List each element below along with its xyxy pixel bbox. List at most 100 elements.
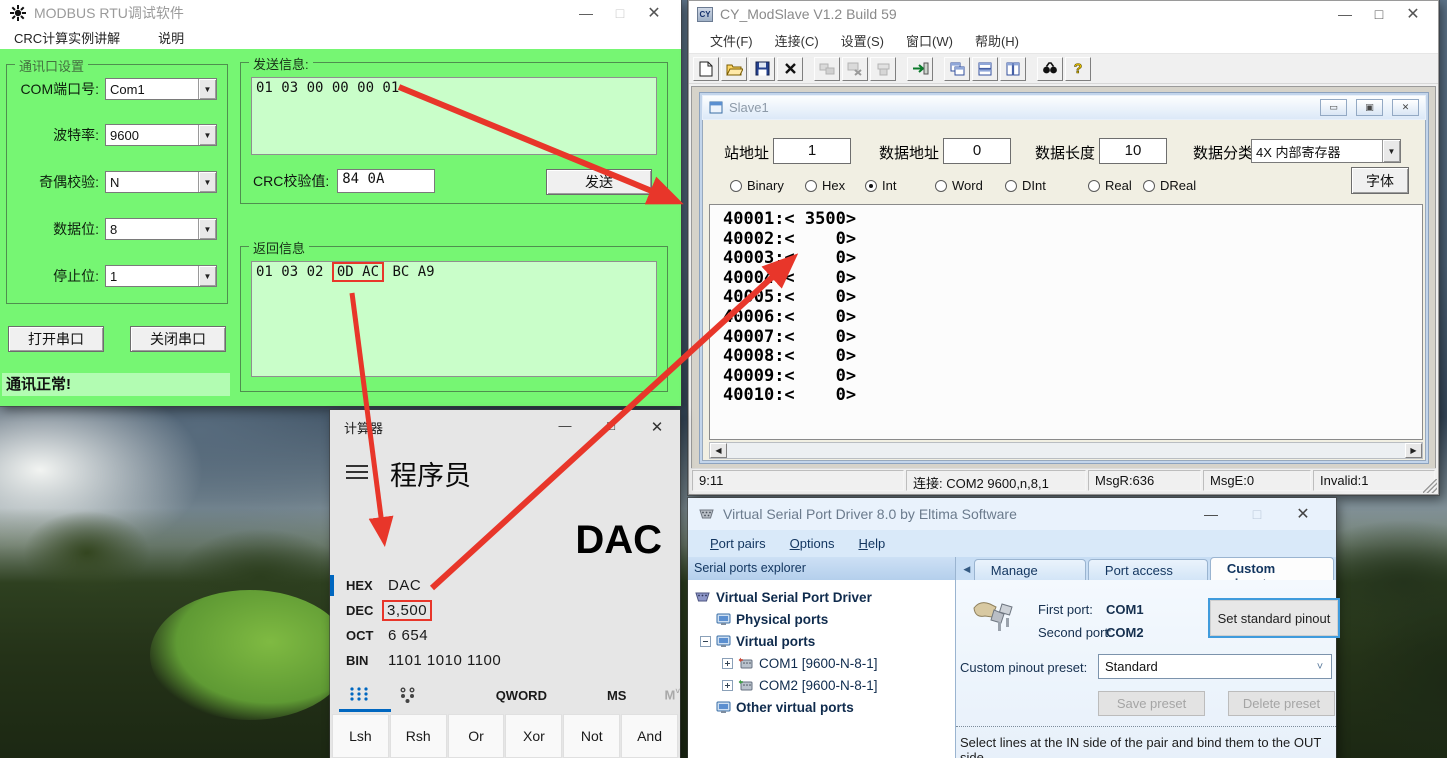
field-combobox[interactable]: 9600 ▼ [105,124,217,146]
radio-circle-icon[interactable] [1088,180,1100,192]
minimize-button[interactable]: — [542,418,588,436]
tree-item-virtual-ports[interactable]: Virtual ports [694,630,955,652]
maximize-button[interactable]: □ [1362,6,1396,22]
bit-toggle-keypad[interactable] [387,678,430,712]
calculator-key[interactable]: Not [563,714,620,758]
register-row[interactable]: 40009:<0> [723,367,1422,387]
close-serial-button[interactable]: 关闭串口 [130,326,226,352]
tab-custom-pinout[interactable]: Custom pinout [1210,557,1334,580]
preset-combobox[interactable]: Standard ˅ [1098,654,1332,679]
save-button[interactable] [749,57,775,81]
register-row[interactable]: 40002:<0> [723,230,1422,250]
menu-item[interactable]: Help [848,534,895,553]
calculator-key[interactable]: Or [448,714,505,758]
expand-expander-icon[interactable] [722,658,733,669]
chevron-down-icon[interactable]: ▼ [198,125,216,145]
chevron-down-icon[interactable]: ▼ [198,219,216,239]
tile-vertical-button[interactable] [1000,57,1026,81]
base-row[interactable]: HEX DAC [330,573,680,598]
menu-item[interactable]: 说明 [158,28,184,47]
tree-item-other-virtual-ports[interactable]: Other virtual ports [694,696,955,718]
font-button[interactable]: 字体 [1351,167,1409,194]
minimize-button[interactable]: — [569,5,603,21]
child-restore-button[interactable]: ▣ [1356,99,1383,116]
expand-expander-icon[interactable] [722,680,733,691]
set-standard-pinout-button[interactable]: Set standard pinout [1208,598,1340,638]
radio-circle-icon[interactable] [1143,180,1155,192]
calculator-key[interactable]: And [621,714,678,758]
data-category-combobox[interactable]: 4X 内部寄存器 ▼ [1251,139,1401,163]
maximize-button[interactable]: □ [588,418,634,436]
minimize-button[interactable]: — [1328,6,1362,22]
menu-item[interactable]: 窗口(W) [895,31,964,50]
radio-circle-icon[interactable] [865,180,877,192]
register-row[interactable]: 40006:<0> [723,308,1422,328]
recv-data-textarea[interactable]: 01 03 02 0D AC BC A9 [251,261,657,377]
format-radio[interactable]: DReal [1143,178,1196,193]
data-addr-input[interactable]: 0 [943,138,1011,164]
connect-button[interactable] [907,57,933,81]
close-button[interactable]: ✕ [637,3,671,23]
scroll-right-icon[interactable]: ▶ [1405,443,1422,458]
tree-item-root[interactable]: Virtual Serial Port Driver [694,586,955,608]
collapse-panel-icon[interactable]: ◀ [960,560,974,578]
calculator-key[interactable]: Xor [505,714,562,758]
memory-store-button[interactable]: MS [607,688,627,703]
collapse-expander-icon[interactable] [700,636,711,647]
chevron-down-icon[interactable]: ▼ [198,79,216,99]
radio-circle-icon[interactable] [805,180,817,192]
delete-button[interactable] [777,57,803,81]
tree-item-physical-ports[interactable]: Physical ports [694,608,955,630]
format-radio[interactable]: Real [1088,178,1132,193]
radio-circle-icon[interactable] [1005,180,1017,192]
station-input[interactable]: 1 [773,138,851,164]
register-row[interactable]: 40001:<3500> [723,210,1422,230]
help-button[interactable]: ? [1065,57,1091,81]
open-file-button[interactable] [721,57,747,81]
data-len-input[interactable]: 10 [1099,138,1167,164]
register-row[interactable]: 40005:<0> [723,288,1422,308]
tab-manage-ports[interactable]: Manage ports [974,559,1086,580]
base-row[interactable]: BIN 1101 1010 1100 [330,648,680,673]
menu-hamburger-icon[interactable] [346,465,368,479]
field-combobox[interactable]: 8 ▼ [105,218,217,240]
format-radio[interactable]: DInt [1005,178,1046,193]
chevron-down-icon[interactable]: ▼ [198,266,216,286]
menu-item[interactable]: 设置(S) [830,31,895,50]
chevron-down-icon[interactable]: ˅ [1309,661,1331,673]
scroll-left-icon[interactable]: ◀ [710,443,727,458]
base-row[interactable]: DEC 3,500 [330,598,680,623]
child-minimize-button[interactable]: ▭ [1320,99,1347,116]
format-radio[interactable]: Int [865,178,896,193]
radio-circle-icon[interactable] [730,180,742,192]
horizontal-scrollbar[interactable]: ◀ ▶ [709,442,1423,459]
radio-circle-icon[interactable] [935,180,947,192]
menu-item[interactable]: 连接(C) [764,31,830,50]
close-button[interactable]: ✕ [1396,4,1430,24]
menu-item[interactable]: 文件(F) [699,31,764,50]
register-row[interactable]: 40007:<0> [723,328,1422,348]
new-file-button[interactable] [693,57,719,81]
register-list[interactable]: 40001:<3500> 40002:<0> 40003:<0> 40004:<… [709,204,1423,440]
register-row[interactable]: 40010:<0> [723,386,1422,406]
register-row[interactable]: 40003:<0> [723,249,1422,269]
maximize-button[interactable]: □ [603,5,637,21]
format-radio[interactable]: Hex [805,178,845,193]
maximize-button[interactable]: □ [1234,506,1280,522]
field-combobox[interactable]: N ▼ [105,171,217,193]
menu-item[interactable]: Options [780,534,845,553]
field-combobox[interactable]: Com1 ▼ [105,78,217,100]
tile-horizontal-button[interactable] [972,57,998,81]
format-radio[interactable]: Binary [730,178,784,193]
word-size-toggle[interactable]: QWORD [496,688,547,703]
tab-port-access-list[interactable]: Port access list [1088,559,1208,580]
tree-item-com1[interactable]: COM1 [9600-N-8-1] [694,652,955,674]
menu-item[interactable]: CRC计算实例讲解 [14,28,120,47]
send-button[interactable]: 发送 [546,169,652,195]
tree-item-com2[interactable]: COM2 [9600-N-8-1] [694,674,955,696]
chevron-down-icon[interactable]: ▼ [198,172,216,192]
chevron-down-icon[interactable]: ▼ [1382,140,1400,162]
format-radio[interactable]: Word [935,178,983,193]
child-close-button[interactable]: ✕ [1392,99,1419,116]
base-row[interactable]: OCT 6 654 [330,623,680,648]
